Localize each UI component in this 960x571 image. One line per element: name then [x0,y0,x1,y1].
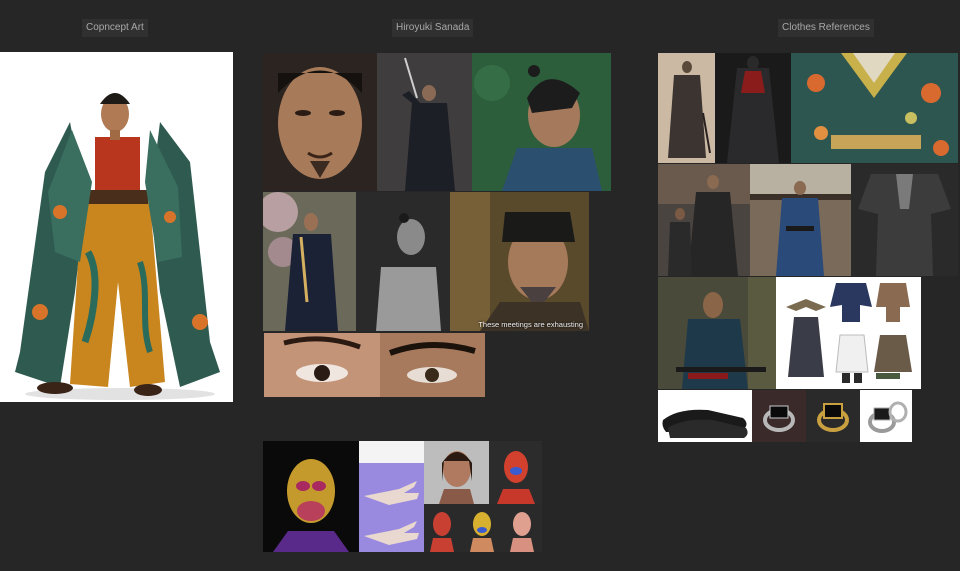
samurai-forest-icon [658,277,776,389]
actor-meeting-still[interactable]: These meetings are exhausting [450,192,589,331]
bw-photo-icon [356,192,450,331]
clothes-walking-samurai[interactable] [658,164,750,276]
clothes-blue-kimono[interactable] [750,164,851,276]
floral-fabric-icon [791,53,958,163]
clothes-floral-kimono[interactable] [791,53,958,163]
sword-pose-icon [377,53,472,191]
3d-heads-icon [424,504,542,552]
3d-bust-icon [489,441,542,504]
hakama-icon [715,53,791,163]
shoes-icon [658,390,752,442]
clothes-loafers[interactable] [658,390,752,442]
actor-profile-green[interactable] [472,53,611,191]
grey-kimono-icon [851,164,958,276]
texture-heads-row[interactable] [424,504,542,552]
ring-icon [860,390,912,442]
ring-icon [806,390,860,442]
samurai-walk-icon [658,164,750,276]
concept-art-image[interactable] [0,52,233,402]
samurai-concept-illustration-icon [0,52,233,402]
3d-head-icon [424,441,489,504]
clothes-ring-gold[interactable] [806,390,860,442]
movie-still-icon [450,192,589,331]
clothes-grey-kimono[interactable] [851,164,958,276]
texture-head[interactable] [263,441,359,552]
clothes-outfit-diagram[interactable] [776,277,921,389]
profile-portrait-icon [472,53,611,191]
eye-detail-icon [380,333,485,397]
actor-sword-raised[interactable] [377,53,472,191]
section-label-hiroyuki-sanada: Hiroyuki Sanada [392,19,474,37]
clothes-forest-samurai[interactable] [658,277,776,389]
clothes-dark-hakama[interactable] [715,53,791,163]
actor-bw-shirtless[interactable] [356,192,450,331]
actor-katana-stance[interactable] [263,192,356,331]
eye-detail-icon [264,333,380,397]
actor-closeup-portrait[interactable] [263,53,377,191]
texture-red-bust[interactable] [489,441,542,504]
eye-closeup-left[interactable] [264,333,380,397]
eye-closeup-right[interactable] [380,333,485,397]
outfit-breakdown-icon [776,277,921,389]
katana-stance-icon [263,192,356,331]
clothes-ring-black[interactable] [752,390,806,442]
historic-photo-icon [658,53,715,163]
blue-kimono-icon [750,164,851,276]
clothes-old-photo[interactable] [658,53,715,163]
clothes-ring-silver[interactable] [860,390,912,442]
ring-icon [752,390,806,442]
face-portrait-icon [263,53,377,191]
texture-hands[interactable] [359,441,424,552]
texture-map-icon [263,441,359,552]
texture-female-head[interactable] [424,441,489,504]
hand-uv-icon [359,441,424,552]
section-label-clothes-references: Clothes References [778,19,874,37]
section-label-concept-art: Copncept Art [82,19,148,37]
movie-subtitle: These meetings are exhausting [478,320,583,329]
